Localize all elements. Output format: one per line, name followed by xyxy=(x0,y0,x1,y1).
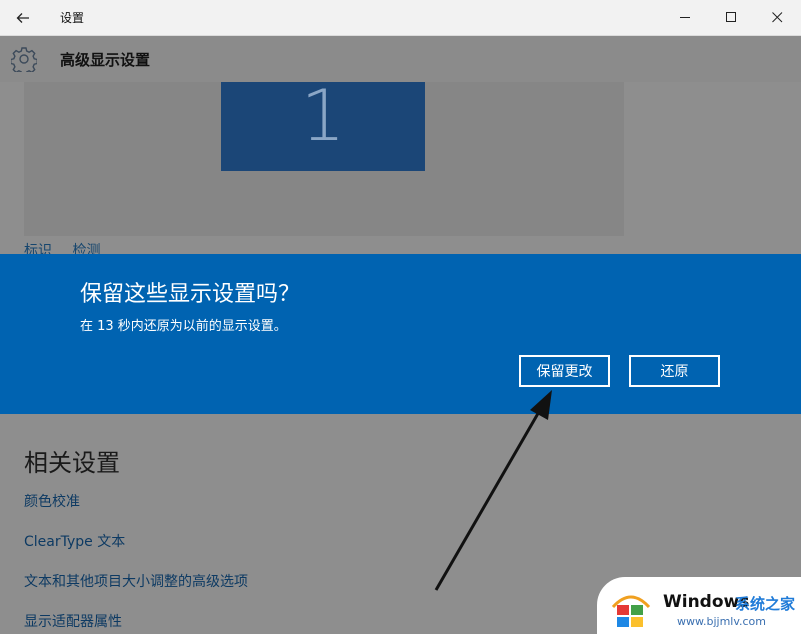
watermark-brand-cn: 系统之家 xyxy=(735,595,796,613)
maximize-icon xyxy=(725,12,736,22)
maximize-button[interactable] xyxy=(708,0,754,35)
minimize-button[interactable] xyxy=(662,0,708,35)
windows-logo-icon xyxy=(611,595,651,627)
advanced-sizing-link[interactable]: 文本和其他项目大小调整的高级选项 xyxy=(24,571,248,591)
title-bar: 设置 xyxy=(0,0,801,36)
dialog-title: 保留这些显示设置吗？ xyxy=(80,282,301,307)
related-settings-heading: 相关设置 xyxy=(24,449,120,477)
display-arrangement: 1 xyxy=(24,76,624,236)
close-button[interactable] xyxy=(754,0,800,35)
watermark: Windows 系统之家 www.bjjmlv.com xyxy=(597,577,801,634)
revert-button[interactable]: 还原 xyxy=(629,355,720,387)
minimize-icon xyxy=(679,17,690,18)
window-title: 设置 xyxy=(60,11,85,25)
page-title: 高级显示设置 xyxy=(60,51,151,69)
monitor-number: 1 xyxy=(300,75,346,157)
dialog-message: 在 13 秒内还原为以前的显示设置。 xyxy=(80,319,287,334)
back-button[interactable] xyxy=(0,0,46,35)
monitor-tile[interactable]: 1 xyxy=(221,76,425,171)
close-icon xyxy=(771,12,782,23)
gear-icon xyxy=(11,47,37,72)
display-adapter-properties-link[interactable]: 显示适配器属性 xyxy=(24,611,122,631)
keep-changes-button[interactable]: 保留更改 xyxy=(519,355,610,387)
color-calibration-link[interactable]: 颜色校准 xyxy=(24,491,80,511)
cleartype-text-link[interactable]: ClearType 文本 xyxy=(24,531,125,551)
back-arrow-icon xyxy=(16,12,29,23)
keep-settings-dialog: 保留这些显示设置吗？ 在 13 秒内还原为以前的显示设置。 保留更改 还原 xyxy=(0,254,801,414)
watermark-url: www.bjjmlv.com xyxy=(677,615,766,628)
